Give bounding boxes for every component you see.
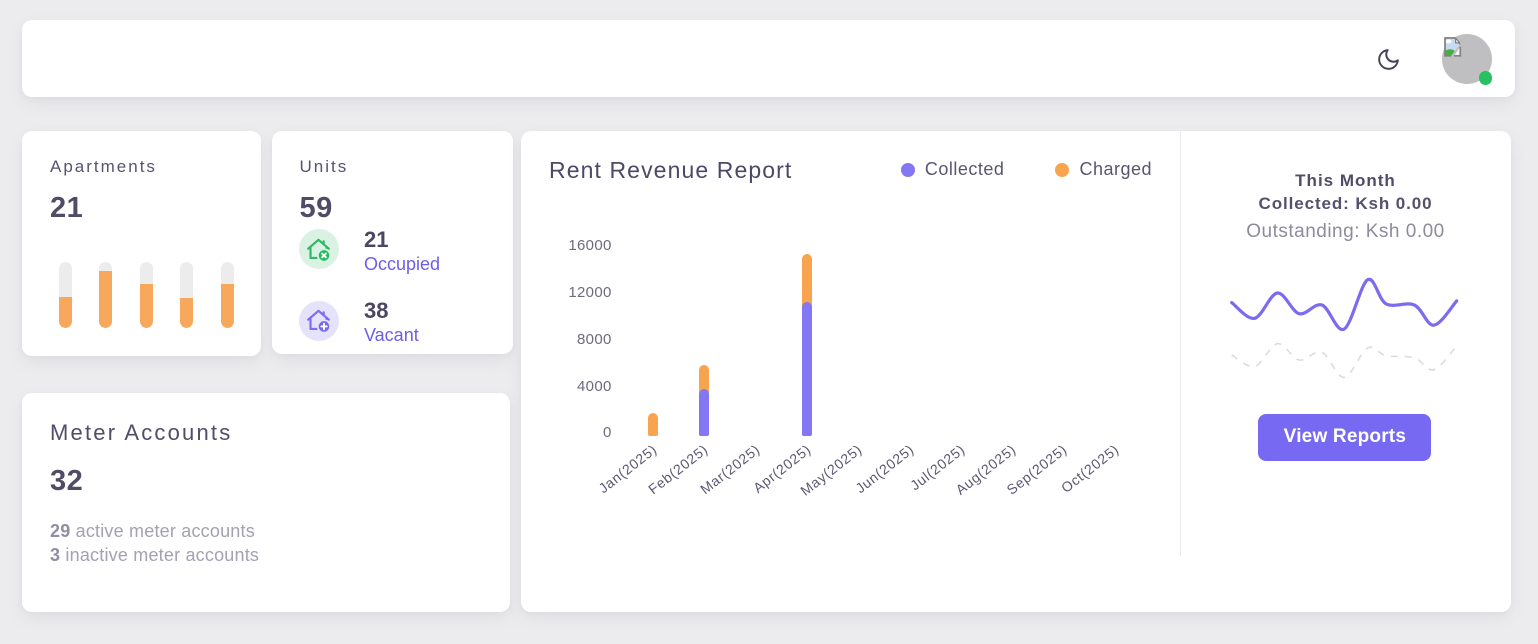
x-axis-label: Jun(2025) xyxy=(820,441,917,521)
x-axis-label: Feb(2025) xyxy=(615,441,712,521)
apartment-bar-fill xyxy=(99,271,112,328)
x-axis-label: Jan(2025) xyxy=(563,441,660,521)
occupied-count: 21 xyxy=(364,227,388,253)
apartment-bar-fill xyxy=(221,284,234,328)
active-meters-line: 29 active meter accounts xyxy=(50,521,255,542)
inactive-meters-line: 3 inactive meter accounts xyxy=(50,545,259,566)
x-axis-label: Jul(2025) xyxy=(871,441,968,521)
y-axis-tick: 4000 xyxy=(532,378,612,395)
topbar xyxy=(22,20,1515,97)
apartment-bar-track xyxy=(221,262,234,328)
x-axis-label: May(2025) xyxy=(769,441,866,521)
x-axis-label: Oct(2025) xyxy=(1025,441,1122,521)
this-month-panel: This Month Collected: Ksh 0.00 Outstandi… xyxy=(1180,131,1511,612)
rent-revenue-chart: 16000 12000 8000 4000 0Jan(2025)Feb(2025)Mar… xyxy=(521,131,1180,612)
rent-revenue-card: Rent Revenue Report CollectedCharged 160… xyxy=(521,131,1511,612)
units-title: Units xyxy=(300,157,349,177)
inactive-meters-count: 3 xyxy=(50,545,60,565)
apartments-count: 21 xyxy=(50,192,83,225)
x-axis-label: Apr(2025) xyxy=(717,441,814,521)
x-axis-label: Sep(2025) xyxy=(974,441,1071,521)
house-x-icon xyxy=(299,229,339,269)
sparkline-chart xyxy=(1228,270,1460,385)
apartment-bar-fill xyxy=(180,298,193,328)
apartment-bar-track xyxy=(140,262,153,328)
meter-accounts-title: Meter Accounts xyxy=(50,420,232,446)
moon-icon xyxy=(1376,60,1401,75)
this-month-outstanding: Outstanding: Ksh 0.00 xyxy=(1180,221,1511,243)
apartment-bar-track xyxy=(99,262,112,328)
view-reports-button[interactable]: View Reports xyxy=(1258,414,1431,461)
x-axis-label: Aug(2025) xyxy=(922,441,1019,521)
vacant-count: 38 xyxy=(364,298,388,324)
online-status-dot xyxy=(1479,71,1493,85)
apartments-card: Apartments 21 xyxy=(22,131,261,356)
this-month-collected: Collected: Ksh 0.00 xyxy=(1180,194,1511,214)
bar-collected[interactable] xyxy=(802,302,812,436)
x-axis-label: Mar(2025) xyxy=(666,441,763,521)
occupied-row: 21 Occupied xyxy=(299,229,339,269)
avatar[interactable] xyxy=(1442,34,1492,84)
bar-collected[interactable] xyxy=(699,389,709,437)
apartments-mini-bars xyxy=(59,262,234,328)
broken-image-icon xyxy=(1444,37,1464,57)
y-axis-tick: 16000 xyxy=(532,237,612,254)
active-meters-label: active meter accounts xyxy=(70,521,254,541)
meter-accounts-card: Meter Accounts 32 29 active meter accoun… xyxy=(22,393,510,612)
apartment-bar-track xyxy=(180,262,193,328)
occupied-label: Occupied xyxy=(364,254,440,275)
apartment-bar-fill xyxy=(140,284,153,328)
vacant-label: Vacant xyxy=(364,325,419,346)
meter-accounts-count: 32 xyxy=(50,465,83,498)
bar-charged[interactable] xyxy=(648,413,658,437)
apartment-bar-track xyxy=(59,262,72,328)
y-axis-tick: 12000 xyxy=(532,284,612,301)
this-month-title: This Month xyxy=(1180,171,1511,191)
y-axis-tick: 8000 xyxy=(532,331,612,348)
inactive-meters-label: inactive meter accounts xyxy=(60,545,259,565)
apartment-bar-fill xyxy=(59,297,72,328)
active-meters-count: 29 xyxy=(50,521,70,541)
units-count: 59 xyxy=(300,192,333,225)
y-axis-tick: 0 xyxy=(532,424,612,441)
dark-mode-toggle[interactable] xyxy=(1375,47,1403,75)
units-card: Units 59 21 Occupied xyxy=(272,131,514,354)
vacant-row: 38 Vacant xyxy=(299,301,339,341)
apartments-title: Apartments xyxy=(50,157,157,177)
house-plus-icon xyxy=(299,301,339,341)
